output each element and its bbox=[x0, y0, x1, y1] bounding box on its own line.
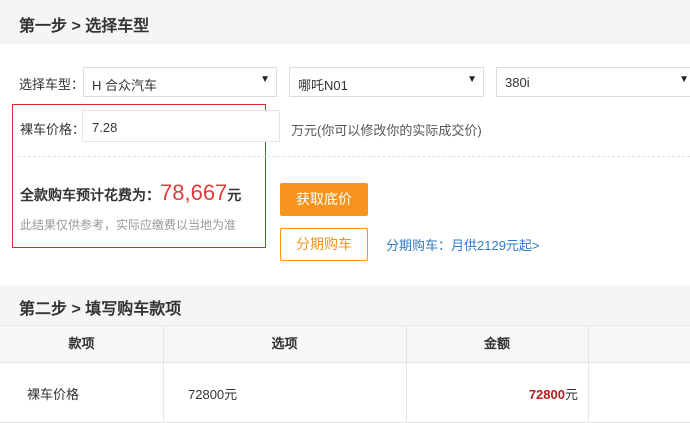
disclaimer-text: 此结果仅供参考，实际应缴费以当地为准 bbox=[20, 218, 237, 232]
series-select[interactable]: 哪吒N01 ▼ bbox=[289, 67, 484, 97]
installment-link[interactable]: 分期购车：月供2129元起> bbox=[386, 235, 540, 254]
row-option: 72800元 bbox=[188, 387, 238, 402]
model-select-value: 380i bbox=[505, 75, 530, 90]
row-item: 裸车价格 bbox=[27, 387, 80, 402]
total-unit: 元 bbox=[227, 187, 242, 203]
series-select-value: 哪吒N01 bbox=[298, 78, 348, 93]
step1-header: 第一步 > 选择车型 bbox=[0, 0, 690, 44]
total-cost: 全款购车预计花费为：78,667元 bbox=[20, 180, 241, 206]
chevron-down-icon: ▼ bbox=[679, 74, 689, 85]
step2-header: 第二步 > 填写购车款项 bbox=[0, 285, 690, 325]
chevron-down-icon: ▼ bbox=[260, 74, 270, 85]
installment-button[interactable]: 分期购车 bbox=[280, 228, 368, 261]
divider bbox=[18, 156, 690, 157]
row-amount: 72800元 bbox=[529, 384, 578, 403]
total-value: 78,667 bbox=[160, 180, 228, 205]
step2-title: 第二步 > 填写购车款项 bbox=[19, 301, 182, 318]
header-amount: 金额 bbox=[483, 336, 510, 351]
total-label: 全款购车预计花费为： bbox=[20, 187, 160, 203]
table-row: 裸车价格 72800元 72800元 bbox=[0, 363, 690, 423]
header-option: 选项 bbox=[271, 336, 298, 351]
price-input-value: 7.28 bbox=[92, 120, 118, 135]
row-amount-unit: 元 bbox=[564, 387, 578, 402]
chevron-down-icon: ▼ bbox=[467, 74, 477, 85]
brand-select-value: H 合众汽车 bbox=[92, 78, 158, 93]
row-amount-value: 72800 bbox=[528, 387, 565, 402]
brand-select[interactable]: H 合众汽车 ▼ bbox=[83, 67, 277, 97]
price-label: 裸车价格： bbox=[20, 122, 86, 137]
model-select[interactable]: 380i ▼ bbox=[496, 67, 690, 97]
header-item: 款项 bbox=[68, 336, 95, 351]
step1-title: 第一步 > 选择车型 bbox=[19, 18, 150, 35]
price-input[interactable]: 7.28 bbox=[82, 110, 280, 142]
table-header: 款项 选项 金额 bbox=[0, 325, 690, 363]
model-select-label: 选择车型： bbox=[19, 77, 85, 92]
price-unit-note: 万元(你可以修改你的实际成交价) bbox=[291, 123, 482, 138]
get-quote-button[interactable]: 获取底价 bbox=[280, 183, 368, 216]
